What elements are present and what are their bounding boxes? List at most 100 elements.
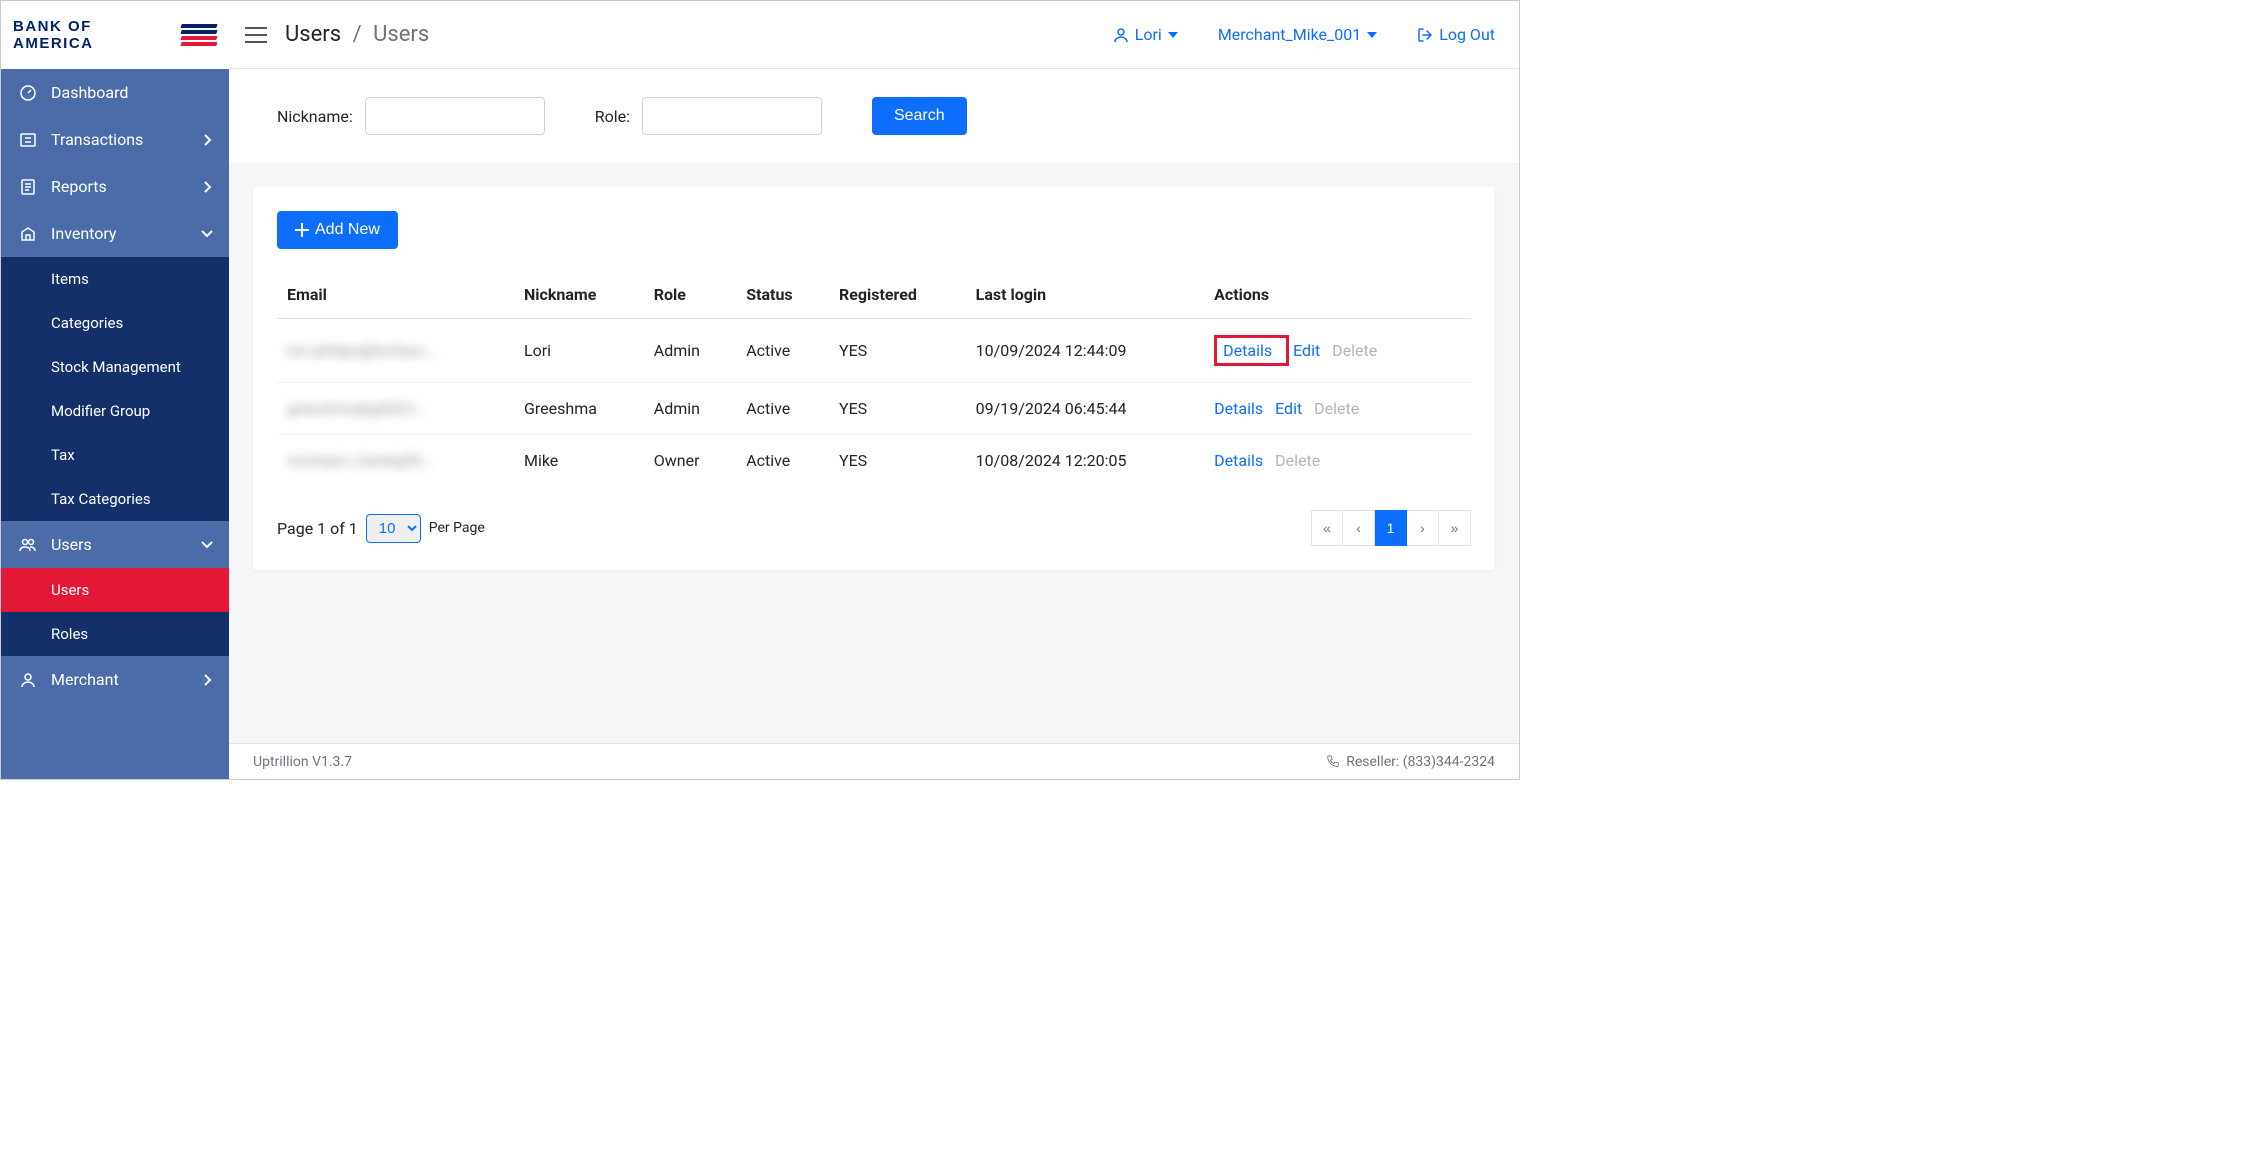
- email-cell: michael.c.bank@fir...: [287, 451, 435, 470]
- sidebar-item-inventory[interactable]: Inventory: [1, 210, 229, 257]
- pager-first[interactable]: «: [1311, 510, 1343, 546]
- chevron-right-icon: [203, 674, 213, 686]
- details-link[interactable]: Details: [1223, 341, 1272, 360]
- filter-bar: Nickname: Role: Search: [229, 69, 1519, 163]
- chevron-right-icon: [203, 181, 213, 193]
- version-label: Uptrillion V1.3.7: [253, 754, 352, 770]
- sidebar-item-label: Dashboard: [51, 83, 128, 102]
- column-header: Actions: [1204, 271, 1471, 319]
- users-table: EmailNicknameRoleStatusRegisteredLast lo…: [277, 271, 1471, 486]
- delete-link: Delete: [1332, 341, 1377, 360]
- role-label: Role:: [595, 107, 630, 126]
- pager-next[interactable]: ›: [1407, 510, 1439, 546]
- lastlogin-cell: 10/08/2024 12:20:05: [966, 435, 1205, 487]
- search-button[interactable]: Search: [872, 97, 967, 135]
- sidebar-item-label: Transactions: [51, 130, 143, 149]
- sidebar-item-label: Inventory: [51, 224, 117, 243]
- sidebar-subitem-modifier-group[interactable]: Modifier Group: [1, 389, 229, 433]
- role-cell: Owner: [644, 435, 736, 487]
- column-header: Email: [277, 271, 514, 319]
- sidebar-item-merchant[interactable]: Merchant: [1, 656, 229, 703]
- sidebar-subitem-users[interactable]: Users: [1, 568, 229, 612]
- logout-label: Log Out: [1439, 25, 1495, 44]
- per-page-select[interactable]: 10: [366, 514, 421, 543]
- status-cell: Active: [736, 383, 829, 435]
- actions-cell: Details Edit Delete: [1204, 319, 1471, 383]
- pager-last[interactable]: »: [1439, 510, 1471, 546]
- sidebar-item-reports[interactable]: Reports: [1, 163, 229, 210]
- sidebar-item-transactions[interactable]: Transactions: [1, 116, 229, 163]
- merchant-menu[interactable]: Merchant_Mike_001: [1218, 25, 1377, 44]
- nickname-cell: Greeshma: [514, 383, 644, 435]
- breadcrumb-root[interactable]: Users: [285, 22, 341, 47]
- add-new-button[interactable]: Add New: [277, 211, 398, 249]
- role-input[interactable]: [642, 97, 822, 135]
- actions-cell: Details Edit Delete: [1204, 383, 1471, 435]
- logo: BANK OF AMERICA: [1, 1, 229, 69]
- sidebar-item-users[interactable]: Users: [1, 521, 229, 568]
- sidebar-subitem-tax[interactable]: Tax: [1, 433, 229, 477]
- column-header: Nickname: [514, 271, 644, 319]
- email-cell: lori.philips@bofaus...: [287, 341, 437, 360]
- table-footer: Page 1 of 1 10 Per Page « ‹ 1 › »: [277, 510, 1471, 546]
- filter-role: Role:: [595, 97, 822, 135]
- registered-cell: YES: [829, 435, 966, 487]
- user-menu[interactable]: Lori: [1113, 25, 1178, 44]
- delete-link: Delete: [1314, 399, 1359, 418]
- nav: Dashboard Transactions Reports Inventory Ite…: [1, 69, 229, 779]
- sidebar-subitem-roles[interactable]: Roles: [1, 612, 229, 656]
- nickname-input[interactable]: [365, 97, 545, 135]
- sidebar-subitem-stock-management[interactable]: Stock Management: [1, 345, 229, 389]
- nickname-label: Nickname:: [277, 107, 353, 126]
- column-header: Status: [736, 271, 829, 319]
- delete-link: Delete: [1275, 451, 1320, 470]
- edit-link[interactable]: Edit: [1275, 399, 1302, 418]
- content-area: Add New EmailNicknameRoleStatusRegistere…: [229, 163, 1519, 743]
- column-header: Registered: [829, 271, 966, 319]
- logo-flag-icon: [181, 24, 217, 46]
- main: Users / Users Lori Merchant_Mike_001 Log…: [229, 1, 1519, 779]
- page-info: Page 1 of 1: [277, 519, 358, 538]
- breadcrumb-sep: /: [353, 22, 362, 47]
- reseller-info: Reseller: (833)344-2324: [1326, 754, 1495, 770]
- user-icon: [1113, 27, 1129, 43]
- filter-nickname: Nickname:: [277, 97, 545, 135]
- add-new-label: Add New: [315, 221, 380, 239]
- logout-link[interactable]: Log Out: [1417, 25, 1495, 44]
- details-link[interactable]: Details: [1214, 399, 1263, 418]
- pager: « ‹ 1 › »: [1311, 510, 1471, 546]
- details-link[interactable]: Details: [1214, 451, 1263, 470]
- table-row: greeshma@gfd23...GreeshmaAdminActiveYES0…: [277, 383, 1471, 435]
- role-cell: Admin: [644, 383, 736, 435]
- sidebar-item-label: Reports: [51, 177, 107, 196]
- per-page-label: Per Page: [429, 520, 485, 536]
- breadcrumb: Users / Users: [285, 22, 429, 47]
- menu-toggle-icon[interactable]: [245, 27, 267, 43]
- lastlogin-cell: 10/09/2024 12:44:09: [966, 319, 1205, 383]
- column-header: Last login: [966, 271, 1205, 319]
- email-cell: greeshma@gfd23...: [287, 399, 426, 418]
- pager-page-1[interactable]: 1: [1375, 510, 1407, 546]
- sidebar-item-label: Merchant: [51, 670, 119, 689]
- edit-link[interactable]: Edit: [1293, 341, 1320, 360]
- sidebar-item-label: Users: [51, 535, 92, 554]
- registered-cell: YES: [829, 383, 966, 435]
- footer: Uptrillion V1.3.7 Reseller: (833)344-232…: [229, 743, 1519, 779]
- actions-cell: Details Delete: [1204, 435, 1471, 487]
- sidebar-subitem-tax-categories[interactable]: Tax Categories: [1, 477, 229, 521]
- breadcrumb-current: Users: [373, 22, 429, 47]
- sidebar-subitem-categories[interactable]: Categories: [1, 301, 229, 345]
- logo-text: BANK OF AMERICA: [13, 18, 175, 52]
- table-row: michael.c.bank@fir...MikeOwnerActiveYES1…: [277, 435, 1471, 487]
- chevron-right-icon: [203, 134, 213, 146]
- registered-cell: YES: [829, 319, 966, 383]
- pager-prev[interactable]: ‹: [1343, 510, 1375, 546]
- sidebar-item-dashboard[interactable]: Dashboard: [1, 69, 229, 116]
- table-row: lori.philips@bofaus...LoriAdminActiveYES…: [277, 319, 1471, 383]
- transactions-icon: [17, 131, 39, 149]
- chevron-down-icon: [201, 540, 213, 550]
- details-highlight: Details: [1214, 335, 1289, 366]
- sidebar-subitem-items[interactable]: Items: [1, 257, 229, 301]
- merchant-icon: [17, 671, 39, 689]
- sidebar: BANK OF AMERICA Dashboard Transactions Rep…: [1, 1, 229, 779]
